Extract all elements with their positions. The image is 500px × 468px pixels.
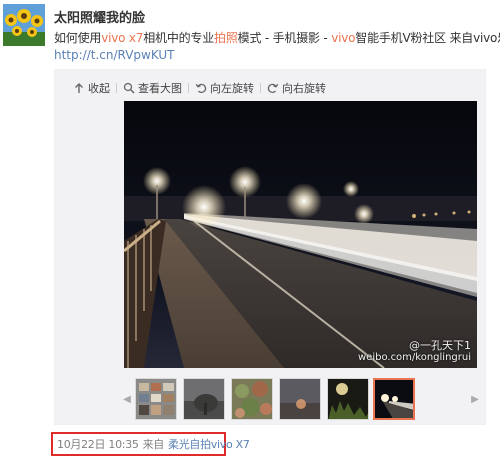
media-viewer: 收起 查看大图 向左旋转 向右旋转 @一孔天下1 weibo.com/kongl… bbox=[54, 69, 486, 425]
thumbnail[interactable] bbox=[279, 378, 321, 420]
post-text-part: 模式 - 手机摄影 - bbox=[237, 31, 332, 45]
post-timestamp-link[interactable]: 10月22日 10:35 bbox=[57, 436, 139, 452]
post-meta-highlight: 10月22日 10:35 来自 柔光自拍vivo X7 bbox=[51, 432, 250, 456]
watermark-handle: @一孔天下1 bbox=[409, 339, 471, 352]
thumbnail-selected[interactable] bbox=[373, 378, 415, 420]
rotate-left-label: 向左旋转 bbox=[210, 82, 254, 95]
collapse-arrow-icon bbox=[75, 83, 83, 93]
source-label: 来自 bbox=[142, 438, 165, 451]
keyword-link[interactable]: vivo x7 bbox=[101, 31, 143, 45]
thumbnail[interactable] bbox=[135, 378, 177, 420]
keyword-link[interactable]: vivo bbox=[331, 31, 355, 45]
chevron-right-icon[interactable]: ▶ bbox=[469, 391, 481, 407]
short-url-link[interactable]: http://t.cn/RVpwKUT bbox=[54, 48, 175, 62]
rotate-left-icon bbox=[195, 83, 207, 94]
night-road-photo bbox=[124, 101, 477, 368]
view-large-label: 查看大图 bbox=[138, 82, 182, 95]
rotate-right-icon bbox=[267, 83, 279, 94]
avatar[interactable] bbox=[3, 4, 45, 46]
post-text: 如何使用vivo x7相机中的专业拍照模式 - 手机摄影 - vivo智能手机V… bbox=[54, 29, 500, 46]
watermark-url: weibo.com/konglingrui bbox=[357, 352, 471, 363]
thumbnail[interactable] bbox=[231, 378, 273, 420]
thumbnail[interactable] bbox=[183, 378, 225, 420]
photo-watermark: @一孔天下1 weibo.com/konglingrui bbox=[358, 340, 471, 364]
username-link[interactable]: 太阳照耀我的脸 bbox=[54, 7, 145, 26]
post-text-part: 智能手机V粉社区 来自vivo乐园 bbox=[355, 31, 500, 45]
magnifier-icon bbox=[123, 82, 135, 94]
rotate-right-label: 向右旋转 bbox=[282, 82, 326, 95]
source-device-link[interactable]: 柔光自拍vivo X7 bbox=[168, 436, 250, 452]
chevron-left-icon[interactable]: ◀ bbox=[121, 391, 133, 407]
main-photo[interactable]: @一孔天下1 weibo.com/konglingrui bbox=[124, 101, 477, 368]
collapse-button[interactable]: 收起 bbox=[67, 79, 116, 97]
view-large-button[interactable]: 查看大图 bbox=[117, 79, 188, 97]
post-text-part: 相机中的专业 bbox=[143, 31, 215, 45]
post-text-part: 如何使用 bbox=[54, 31, 102, 45]
rotate-right-button[interactable]: 向右旋转 bbox=[261, 79, 332, 97]
keyword-link[interactable]: 拍照 bbox=[214, 31, 238, 45]
rotate-left-button[interactable]: 向左旋转 bbox=[189, 79, 260, 97]
collapse-label: 收起 bbox=[88, 82, 110, 95]
media-toolbar: 收起 查看大图 向左旋转 向右旋转 bbox=[67, 79, 332, 97]
thumbnail-strip: ◀ ▶ bbox=[55, 376, 487, 422]
thumbnail[interactable] bbox=[327, 378, 369, 420]
